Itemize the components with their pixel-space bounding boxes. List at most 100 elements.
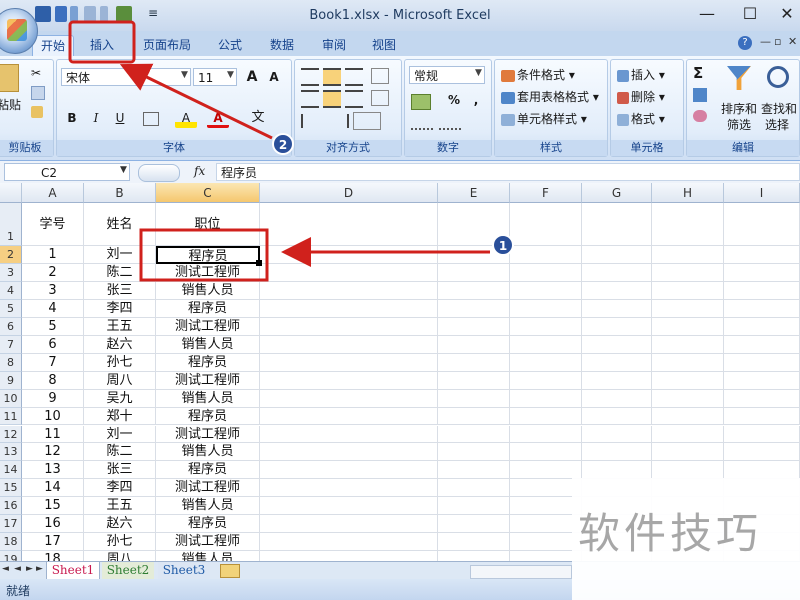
cell[interactable] bbox=[438, 203, 510, 246]
cell[interactable] bbox=[724, 407, 800, 426]
cell[interactable] bbox=[652, 281, 724, 300]
cell[interactable]: 郑十 bbox=[84, 407, 156, 426]
cell[interactable] bbox=[582, 371, 652, 390]
header-cell[interactable]: 姓名 bbox=[84, 203, 156, 246]
col-header-g[interactable]: G bbox=[582, 183, 652, 203]
phonetic-button[interactable]: 文 bbox=[247, 108, 269, 128]
clear-icon[interactable] bbox=[693, 110, 707, 122]
cell[interactable] bbox=[724, 335, 800, 354]
col-header-f[interactable]: F bbox=[510, 183, 582, 203]
name-box-dropdown-icon[interactable]: ▼ bbox=[120, 165, 127, 175]
cell[interactable] bbox=[582, 407, 652, 426]
find-select-button[interactable]: 查找和 bbox=[761, 100, 797, 117]
cell[interactable]: 9 bbox=[22, 389, 84, 408]
cell[interactable] bbox=[510, 407, 582, 426]
insert-sheet-icon[interactable] bbox=[220, 564, 240, 578]
col-header-h[interactable]: H bbox=[652, 183, 724, 203]
cell[interactable] bbox=[510, 203, 582, 246]
cell[interactable] bbox=[724, 371, 800, 390]
currency-icon[interactable] bbox=[411, 94, 431, 110]
cell[interactable] bbox=[260, 461, 438, 480]
cell[interactable] bbox=[260, 515, 438, 534]
cell[interactable] bbox=[652, 425, 724, 444]
cell[interactable] bbox=[438, 479, 510, 498]
cell[interactable] bbox=[260, 353, 438, 372]
align-top-icon[interactable] bbox=[301, 68, 319, 86]
ribbon-close-button[interactable]: ✕ bbox=[788, 35, 797, 48]
cell[interactable] bbox=[724, 203, 800, 246]
cell[interactable] bbox=[652, 203, 724, 246]
row-header[interactable]: 13 bbox=[0, 443, 22, 462]
cell[interactable] bbox=[438, 317, 510, 336]
cell[interactable]: 销售人员 bbox=[156, 389, 260, 408]
tab-review[interactable]: 审阅 bbox=[314, 35, 354, 56]
next-sheet-icon[interactable]: ► bbox=[26, 564, 33, 574]
cell[interactable]: 王五 bbox=[84, 497, 156, 516]
cell[interactable] bbox=[652, 335, 724, 354]
row-header[interactable]: 14 bbox=[0, 461, 22, 480]
help-icon[interactable]: ? bbox=[738, 36, 752, 50]
cell[interactable]: 测试工程师 bbox=[156, 263, 260, 282]
format-cells-button[interactable]: 格式 ▾ bbox=[617, 110, 665, 127]
wrap-text-icon[interactable] bbox=[371, 90, 389, 106]
insert-cells-button[interactable]: 插入 ▾ bbox=[617, 66, 665, 83]
row-header[interactable]: 10 bbox=[0, 389, 22, 408]
cell[interactable] bbox=[438, 299, 510, 318]
grow-font-button[interactable]: A bbox=[241, 67, 263, 87]
header-cell[interactable]: 学号 bbox=[22, 203, 84, 246]
cell[interactable] bbox=[724, 425, 800, 444]
cell[interactable] bbox=[510, 281, 582, 300]
cell[interactable] bbox=[438, 425, 510, 444]
cell[interactable]: 销售人员 bbox=[156, 497, 260, 516]
increase-decimal-icon[interactable] bbox=[411, 116, 433, 130]
cell[interactable] bbox=[724, 299, 800, 318]
cell[interactable]: 16 bbox=[22, 515, 84, 534]
cell[interactable]: 15 bbox=[22, 497, 84, 516]
cell[interactable] bbox=[582, 443, 652, 462]
ribbon-restore-button[interactable]: ▫ bbox=[774, 35, 781, 48]
first-sheet-icon[interactable]: ◄ bbox=[2, 564, 9, 574]
borders-icon[interactable] bbox=[143, 112, 159, 126]
cell[interactable] bbox=[652, 389, 724, 408]
cell[interactable]: 程序员 bbox=[156, 299, 260, 318]
cell[interactable] bbox=[260, 246, 438, 264]
sheet-tab-sheet1[interactable]: Sheet1 bbox=[46, 562, 100, 580]
cell[interactable] bbox=[260, 317, 438, 336]
format-painter-icon[interactable] bbox=[31, 106, 43, 118]
cell[interactable]: 3 bbox=[22, 281, 84, 300]
sheet-tab-sheet2[interactable]: Sheet2 bbox=[102, 562, 154, 579]
decrease-indent-icon[interactable] bbox=[301, 114, 325, 128]
fill-handle[interactable] bbox=[256, 259, 262, 266]
copy-icon[interactable] bbox=[31, 86, 45, 100]
cell[interactable] bbox=[438, 263, 510, 282]
cell[interactable]: 测试工程师 bbox=[156, 479, 260, 498]
cell[interactable] bbox=[724, 246, 800, 264]
cell[interactable] bbox=[510, 425, 582, 444]
cell[interactable]: 12 bbox=[22, 443, 84, 462]
close-button[interactable]: ✕ bbox=[772, 4, 800, 24]
shrink-font-button[interactable]: A bbox=[263, 67, 285, 87]
cell[interactable] bbox=[582, 353, 652, 372]
col-header-e[interactable]: E bbox=[438, 183, 510, 203]
cell[interactable]: 销售人员 bbox=[156, 443, 260, 462]
cell[interactable] bbox=[260, 299, 438, 318]
align-bottom-icon[interactable] bbox=[345, 68, 363, 86]
select-all-corner[interactable] bbox=[0, 183, 22, 203]
cell[interactable]: 王五 bbox=[84, 317, 156, 336]
row-header[interactable]: 3 bbox=[0, 263, 22, 282]
cell[interactable]: 测试工程师 bbox=[156, 317, 260, 336]
font-name-dropdown-icon[interactable]: ▼ bbox=[181, 70, 188, 80]
tab-formulas[interactable]: 公式 bbox=[210, 35, 250, 56]
comma-button[interactable]: , bbox=[465, 90, 487, 110]
cell[interactable] bbox=[510, 443, 582, 462]
cell[interactable] bbox=[260, 443, 438, 462]
cell[interactable] bbox=[438, 371, 510, 390]
header-cell[interactable]: 职位 bbox=[156, 203, 260, 246]
cell[interactable] bbox=[510, 335, 582, 354]
align-left-icon[interactable] bbox=[301, 90, 319, 108]
row-header[interactable]: 18 bbox=[0, 533, 22, 552]
cell[interactable]: 测试工程师 bbox=[156, 425, 260, 444]
increase-indent-icon[interactable] bbox=[325, 114, 349, 128]
cell[interactable]: 销售人员 bbox=[156, 335, 260, 354]
cell[interactable] bbox=[260, 533, 438, 552]
